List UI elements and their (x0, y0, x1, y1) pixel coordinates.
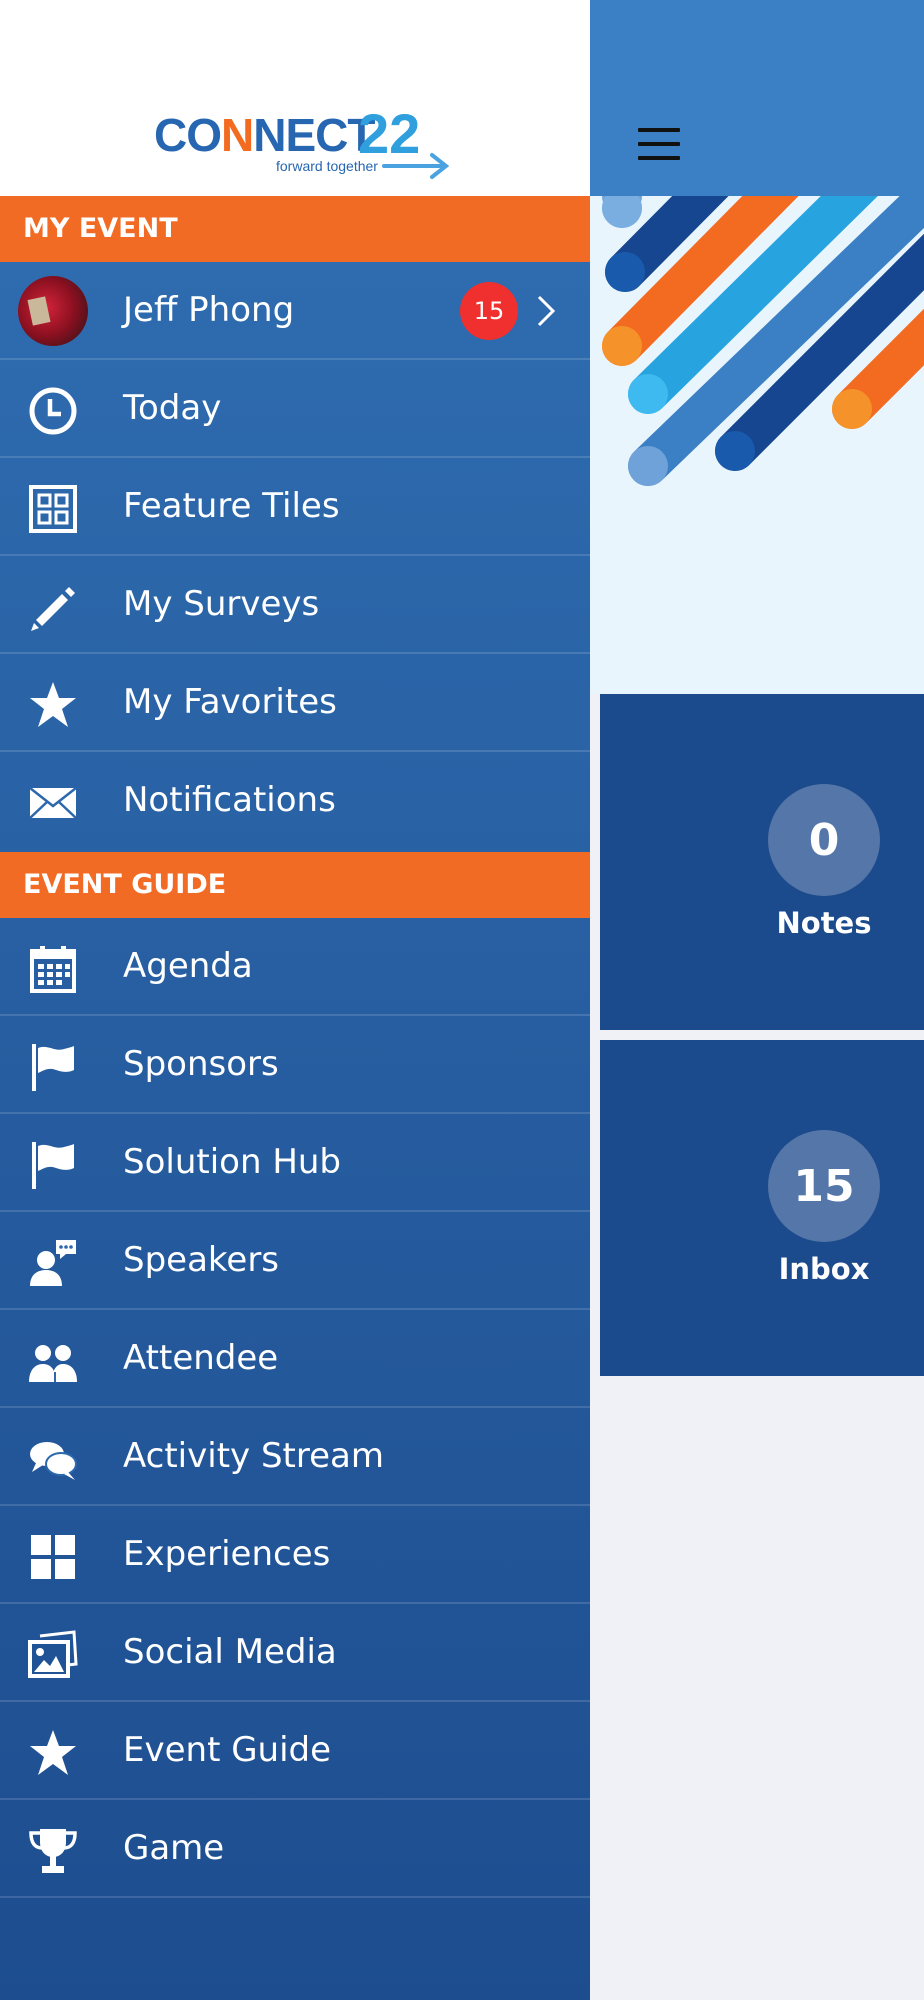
menu-item-speakers[interactable]: Speakers (0, 1212, 590, 1310)
notes-label: Notes (776, 906, 872, 940)
navigation-drawer: CONNECT 22 forward together MY EVENT Jef… (0, 0, 590, 2000)
people-icon (28, 1336, 78, 1386)
menu-item-today[interactable]: Today (0, 360, 590, 458)
menu-item-label: My Surveys (123, 584, 320, 624)
connect22-logo: CONNECT 22 forward together (150, 106, 450, 180)
menu-item-feature-tiles[interactable]: Feature Tiles (0, 458, 590, 556)
logo-header: CONNECT 22 forward together (0, 0, 590, 196)
inbox-label: Inbox (778, 1252, 870, 1286)
menu-item-label: Notifications (123, 780, 336, 820)
star-icon (28, 1728, 78, 1778)
flag-icon (28, 1042, 78, 1092)
chevron-right-icon (537, 295, 556, 327)
section-header-my-event: MY EVENT (0, 196, 590, 262)
notes-tile[interactable]: 0 Notes (600, 694, 924, 1030)
hamburger-menu-icon[interactable] (638, 128, 680, 162)
menu-item-label: Attendee (123, 1338, 279, 1378)
notes-count: 0 (768, 784, 880, 896)
menu-item-label: Activity Stream (123, 1436, 384, 1476)
menu-item-label: Sponsors (123, 1044, 279, 1084)
menu-item-label: Game (123, 1828, 225, 1868)
menu-item-activity-stream[interactable]: Activity Stream (0, 1408, 590, 1506)
speaker-icon (28, 1238, 78, 1288)
menu-item-sponsors[interactable]: Sponsors (0, 1016, 590, 1114)
menu-item-label: Feature Tiles (123, 486, 340, 526)
envelope-icon (28, 778, 78, 828)
profile-name: Jeff Phong (123, 290, 295, 330)
menu-item-label: Social Media (123, 1632, 337, 1672)
menu-item-game[interactable]: Game (0, 1800, 590, 1898)
profile-item[interactable]: Jeff Phong 15 (0, 262, 590, 360)
inbox-tile[interactable]: 15 Inbox (600, 1040, 924, 1376)
trophy-icon (28, 1826, 78, 1876)
calendar-icon (28, 944, 78, 994)
menu-item-attendee[interactable]: Attendee (0, 1310, 590, 1408)
chat-bubbles-icon (28, 1434, 78, 1484)
flag-icon (28, 1140, 78, 1190)
logo-arrow-icon (382, 153, 450, 179)
menu-item-label: Today (123, 388, 222, 428)
menu-item-event-guide[interactable]: Event Guide (0, 1702, 590, 1800)
diagonal-stripes-graphic (602, 196, 924, 486)
menu-item-experiences[interactable]: Experiences (0, 1506, 590, 1604)
menu-item-label: Solution Hub (123, 1142, 342, 1182)
clock-icon (28, 386, 78, 436)
menu-item-agenda[interactable]: Agenda (0, 918, 590, 1016)
top-bar (590, 0, 924, 196)
menu-item-label: Agenda (123, 946, 253, 986)
menu-item-label: Speakers (123, 1240, 280, 1280)
menu-item-label: Event Guide (123, 1730, 332, 1770)
pencil-icon (28, 582, 78, 632)
menu-item-label: My Favorites (123, 682, 337, 722)
menu-item-social-media[interactable]: Social Media (0, 1604, 590, 1702)
star-icon (28, 680, 78, 730)
menu-item-label: Experiences (123, 1534, 331, 1574)
menu-item-my-surveys[interactable]: My Surveys (0, 556, 590, 654)
main-content: 0 Notes 15 Inbox (590, 0, 924, 2000)
grid-tiles-icon (28, 484, 78, 534)
banner-graphic (590, 196, 924, 694)
notification-count-badge: 15 (460, 282, 518, 340)
menu-item-notifications[interactable]: Notifications (0, 752, 590, 852)
avatar (18, 276, 88, 346)
photos-icon (28, 1630, 78, 1680)
inbox-count: 15 (768, 1130, 880, 1242)
menu-item-solution-hub[interactable]: Solution Hub (0, 1114, 590, 1212)
menu-item-my-favorites[interactable]: My Favorites (0, 654, 590, 752)
windows-grid-icon (28, 1532, 78, 1582)
section-header-event-guide: EVENT GUIDE (0, 852, 590, 918)
